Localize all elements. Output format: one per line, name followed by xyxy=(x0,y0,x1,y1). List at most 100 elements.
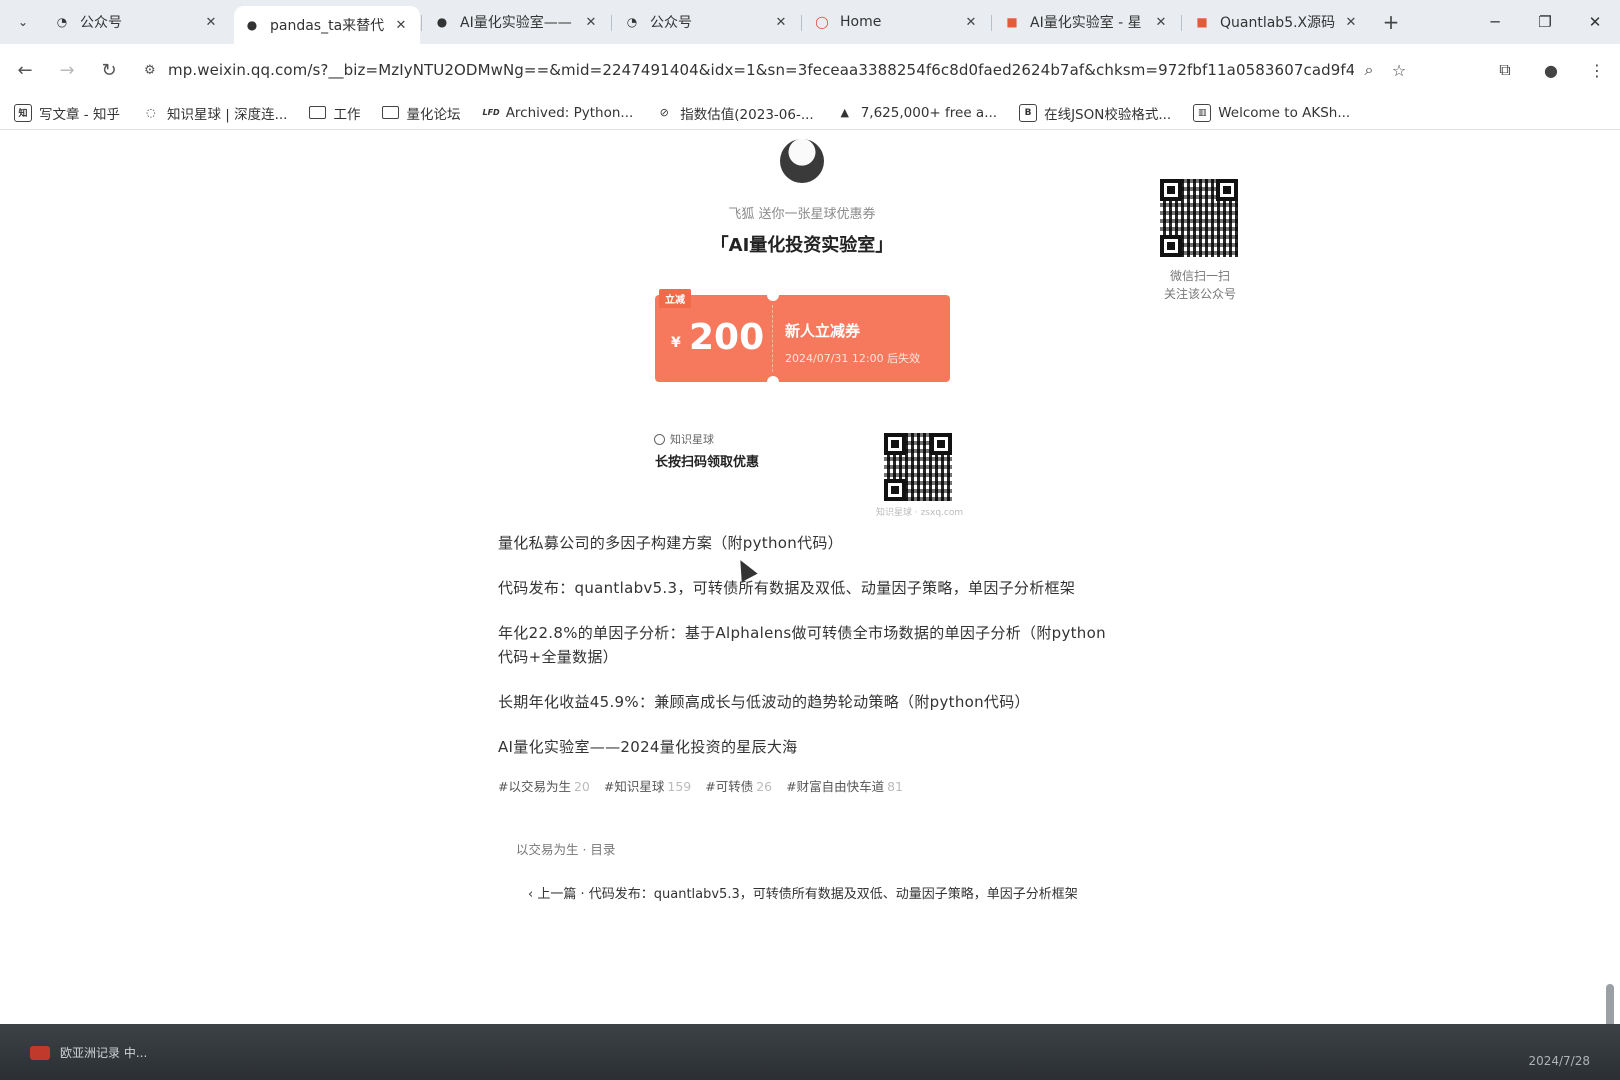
reload-icon: ↻ xyxy=(101,59,117,81)
taskbar-app-label: 欧亚洲记录 中... xyxy=(60,1046,148,1060)
bookmark-lfd[interactable]: LFD Archived: Python... xyxy=(482,105,633,121)
promo-subtitle: 飞狐 送你一张星球优惠券 xyxy=(728,207,876,222)
related-link[interactable]: AI量化实验室——2024量化投资的星辰大海 xyxy=(498,735,1118,759)
bookmark-label: 在线JSON校验格式... xyxy=(1044,106,1172,123)
wechat-follow-qr-code xyxy=(1158,177,1240,259)
extensions-icon[interactable]: ⧉ xyxy=(1482,60,1528,80)
minimize-icon[interactable]: ─ xyxy=(1470,0,1520,44)
close-tab-icon[interactable]: ✕ xyxy=(962,15,980,30)
qr-finder xyxy=(930,433,952,455)
profile-icon[interactable]: ● xyxy=(1528,61,1574,80)
close-tab-icon[interactable]: ✕ xyxy=(582,15,600,30)
menu-dots-icon[interactable]: ⋮ xyxy=(1574,61,1620,80)
bookmark-label: 工作 xyxy=(333,106,361,123)
tab-strip: ⌄ ◔ 公众号 ✕ ● pandas_ta来替代 ✕ ● AI量化实验室—— ✕… xyxy=(0,0,1620,44)
bookmark-json[interactable]: B 在线JSON校验格式... xyxy=(1019,103,1171,123)
zsxq-qr-caption: 知识星球 · zsxq.com xyxy=(876,508,964,518)
previous-article-label: 上一篇 · 代码发布：quantlabv5.3，可转债所有数据及双低、动量因子策… xyxy=(537,887,1078,902)
reload-button[interactable]: ↻ xyxy=(92,53,126,87)
forward-button[interactable]: → xyxy=(50,53,84,87)
related-link[interactable]: 量化私募公司的多因子构建方案（附python代码） xyxy=(498,531,1118,555)
tag-count: 159 xyxy=(667,779,692,794)
qr-finder xyxy=(884,479,906,501)
tab-6[interactable]: ■ Quantlab5.X源码 ✕ xyxy=(1181,5,1370,39)
qr-finder xyxy=(1160,235,1182,257)
chevron-down-icon: ⌄ xyxy=(17,15,29,29)
wechat-mp-icon: ◔ xyxy=(56,15,68,29)
tab-title: 公众号 xyxy=(650,15,692,31)
aksh-icon: ▥ xyxy=(1193,103,1212,122)
folder-icon xyxy=(309,106,327,119)
tab-4[interactable]: ◯ Home ✕ xyxy=(801,5,990,39)
zsxq-brand: 知识星球 xyxy=(654,431,714,447)
bookmark-label: 知识星球 | 深度连... xyxy=(166,106,288,123)
bookmark-zhihu[interactable]: 知 写文章 - 知乎 xyxy=(14,103,120,123)
close-window-icon[interactable]: ✕ xyxy=(1570,0,1620,44)
zsxq-icon: ■ xyxy=(1006,15,1018,29)
page-scrollbar[interactable] xyxy=(1606,984,1614,1024)
bookmark-label: 量化论坛 xyxy=(406,106,461,123)
previous-article-link[interactable]: ‹ 上一篇 · 代码发布：quantlabv5.3，可转债所有数据及双低、动量因… xyxy=(528,883,1078,902)
browser-toolbar: ← → ↻ ⚙ mp.weixin.qq.com/s?__biz=MzIyNTU… xyxy=(0,44,1620,96)
chevron-left-icon: ‹ xyxy=(528,887,534,902)
related-link[interactable]: 年化22.8%的单因子分析：基于Alphalens做可转债全市场数据的单因子分析… xyxy=(498,621,1118,669)
close-tab-icon[interactable]: ✕ xyxy=(1342,15,1360,30)
tag-name: #财富自由快车道 xyxy=(786,779,885,794)
bookmark-folder-work[interactable]: 工作 xyxy=(309,103,360,123)
promo-title: 「AI量化投资实验室」 xyxy=(710,235,894,256)
tab-title: Home xyxy=(840,14,882,30)
recorder-app-icon xyxy=(30,1045,50,1060)
coupon-divider xyxy=(772,305,773,372)
close-tab-icon[interactable]: ✕ xyxy=(202,15,220,30)
qr-finder xyxy=(1216,179,1238,201)
new-tab-button[interactable]: + xyxy=(1376,10,1406,34)
tag-item[interactable]: #财富自由快车道 81 xyxy=(786,776,903,795)
json-icon: B xyxy=(1019,103,1038,122)
bookmark-free-assets[interactable]: ▲ 7,625,000+ free a... xyxy=(836,104,997,122)
zoom-icon[interactable]: ⌕ xyxy=(1354,60,1384,80)
bookmark-folder-forum[interactable]: 量化论坛 xyxy=(382,103,460,123)
related-link[interactable]: 长期年化收益45.9%：兼顾高成长与低波动的趋势轮动策略（附python代码） xyxy=(498,690,1118,714)
bookmark-valuation[interactable]: ⊘ 指数估值(2023-06-... xyxy=(655,103,814,123)
tag-item[interactable]: #可转债 26 xyxy=(705,776,772,795)
close-tab-icon[interactable]: ✕ xyxy=(392,18,410,33)
home-site-icon: ◯ xyxy=(815,15,829,29)
arrow-right-icon: → xyxy=(59,59,75,81)
bookmark-star-icon[interactable]: ☆ xyxy=(1384,61,1414,80)
tab-2[interactable]: ● AI量化实验室—— ✕ xyxy=(421,5,610,39)
os-taskbar: 欧亚洲记录 中... 2024/7/28 xyxy=(0,1024,1620,1080)
close-tab-icon[interactable]: ✕ xyxy=(772,15,790,30)
lfd-icon: LFD xyxy=(482,108,500,117)
tab-5[interactable]: ■ AI量化实验室 - 星 ✕ xyxy=(991,5,1180,39)
toolbar-actions: ⧉ ● ⋮ xyxy=(1482,44,1620,96)
tab-0[interactable]: ◔ 公众号 ✕ xyxy=(44,5,230,39)
tag-name: #知识星球 xyxy=(603,779,665,794)
back-button[interactable]: ← xyxy=(8,53,42,87)
tag-count: 20 xyxy=(573,779,590,794)
qr-finder xyxy=(1160,179,1182,201)
zsxq-icon: ◌ xyxy=(146,106,156,119)
site-info-icon[interactable]: ⚙ xyxy=(144,63,168,78)
related-link[interactable]: 代码发布：quantlabv5.3，可转债所有数据及双低、动量因子策略，单因子分… xyxy=(498,576,1118,600)
tab-search-button[interactable]: ⌄ xyxy=(6,7,40,37)
taskbar-app[interactable]: 欧亚洲记录 中... xyxy=(30,1044,147,1061)
tag-count: 26 xyxy=(756,779,773,794)
bookmark-label: 7,625,000+ free a... xyxy=(860,104,998,121)
related-links: 量化私募公司的多因子构建方案（附python代码） 代码发布：quantlabv… xyxy=(498,531,1118,780)
tab-title: Quantlab5.X源码 xyxy=(1220,15,1336,31)
zhihu-icon: 知 xyxy=(14,103,32,122)
url-text[interactable]: mp.weixin.qq.com/s?__biz=MzIyNTU2ODMwNg=… xyxy=(168,61,1354,79)
tab-1[interactable]: ● pandas_ta来替代 ✕ xyxy=(234,6,420,44)
close-tab-icon[interactable]: ✕ xyxy=(1152,15,1170,30)
bookmark-zsxq[interactable]: ◌ 知识星球 | 深度连... xyxy=(142,103,288,123)
coupon-card[interactable]: 立减 ¥ 200 新人立减券 2024/07/31 12:00 后失效 xyxy=(655,289,950,388)
restore-icon[interactable]: ❐ xyxy=(1520,0,1570,44)
tab-title: AI量化实验室—— xyxy=(460,15,572,31)
tag-item[interactable]: #知识星球 159 xyxy=(604,776,691,795)
tag-item[interactable]: #以交易为生 20 xyxy=(498,776,590,795)
bookmark-aksh[interactable]: ▥ Welcome to AKSh... xyxy=(1193,103,1350,122)
tab-title: AI量化实验室 - 星 xyxy=(1030,15,1142,31)
tab-3[interactable]: ◔ 公众号 ✕ xyxy=(611,5,800,39)
album-index-link[interactable]: 以交易为生 · 目录 xyxy=(516,839,615,858)
address-bar[interactable]: ⚙ mp.weixin.qq.com/s?__biz=MzIyNTU2ODMwN… xyxy=(134,52,1414,88)
